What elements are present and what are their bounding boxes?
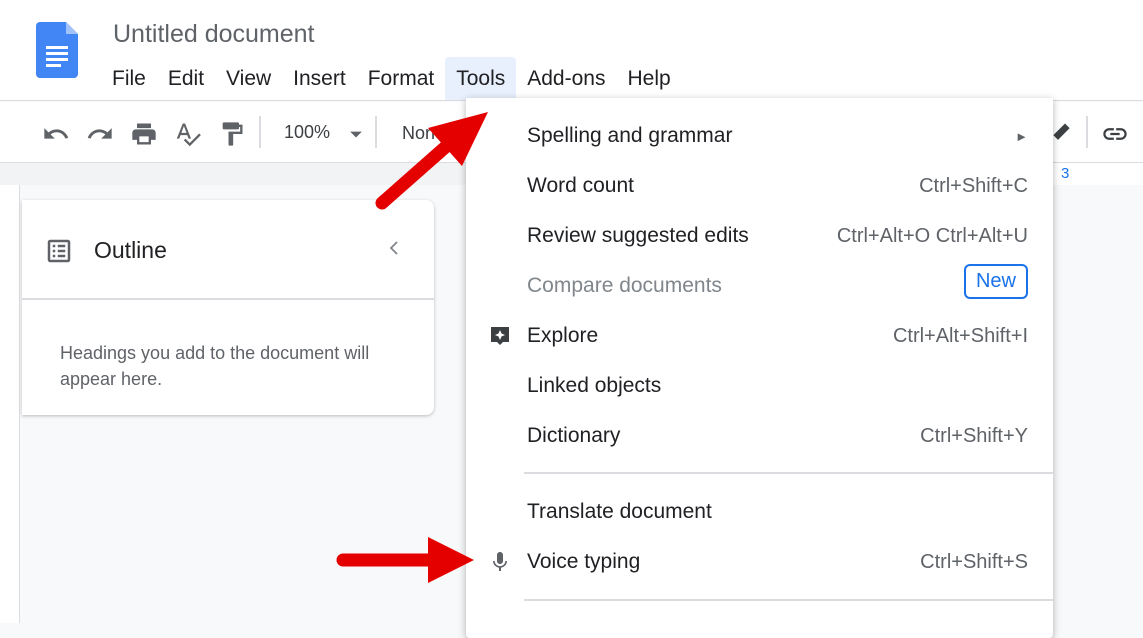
item-shortcut: Ctrl+Shift+S	[920, 551, 1028, 573]
menu-item-translate-document[interactable]: Translate document	[466, 487, 1053, 537]
menu-edit[interactable]: Edit	[157, 57, 215, 100]
ruler-page-area[interactable]: 3	[1053, 163, 1143, 185]
docs-logo-icon[interactable]	[36, 22, 78, 78]
menu-item-word-count[interactable]: Word count Ctrl+Shift+C	[466, 161, 1053, 211]
item-shortcut: Ctrl+Alt+Shift+I	[892, 325, 1028, 347]
vertical-ruler[interactable]	[0, 185, 20, 623]
new-badge: New	[963, 264, 1028, 299]
redo-icon[interactable]	[86, 120, 114, 148]
outline-list-icon	[47, 239, 71, 263]
paint-format-icon[interactable]	[218, 120, 246, 148]
menu-separator	[524, 472, 1053, 474]
menu-separator	[524, 599, 1053, 601]
print-icon[interactable]	[130, 120, 158, 148]
chevron-down-icon[interactable]	[342, 120, 370, 148]
menu-item-compare-documents[interactable]: Compare documents New	[466, 261, 1053, 311]
item-label: Compare documents	[527, 274, 722, 297]
document-title[interactable]: Untitled document	[113, 20, 315, 49]
item-shortcut: Ctrl+Shift+Y	[920, 425, 1028, 447]
menu-bar: File Edit View Insert Format Tools Add-o…	[101, 57, 682, 100]
ruler-mark: 3	[1061, 165, 1070, 182]
item-label: Explore	[527, 324, 599, 347]
menu-item-spelling-and-grammar[interactable]: Spelling and grammar ►	[466, 111, 1053, 161]
item-label: Translate document	[527, 500, 712, 523]
toolbar-divider	[1086, 116, 1088, 148]
menu-help[interactable]: Help	[616, 57, 681, 100]
item-label: Voice typing	[527, 550, 641, 573]
item-label: Review suggested edits	[527, 224, 749, 247]
submenu-arrow-icon: ►	[1015, 129, 1028, 144]
zoom-select[interactable]: 100%	[284, 122, 330, 143]
tools-menu: Spelling and grammar ► Word count Ctrl+Shi…	[466, 98, 1053, 638]
item-label: Dictionary	[527, 424, 621, 447]
menu-item-linked-objects[interactable]: Linked objects	[466, 361, 1053, 411]
item-shortcut: Ctrl+Alt+O Ctrl+Alt+U	[836, 225, 1028, 247]
undo-icon[interactable]	[42, 120, 70, 148]
chevron-left-icon[interactable]	[382, 236, 406, 260]
explore-icon	[491, 327, 509, 345]
menu-insert[interactable]: Insert	[282, 57, 357, 100]
menu-item-dictionary[interactable]: Dictionary Ctrl+Shift+Y	[466, 411, 1053, 461]
microphone-icon	[493, 552, 507, 571]
red-arrow-icon	[336, 537, 474, 583]
menu-item-voice-typing[interactable]: Voice typing Ctrl+Shift+S	[466, 537, 1053, 587]
link-icon[interactable]	[1101, 120, 1129, 148]
outline-panel: Outline Headings you add to the document…	[22, 200, 434, 415]
spellcheck-icon[interactable]	[174, 120, 202, 148]
menu-item-explore[interactable]: Explore Ctrl+Alt+Shift+I	[466, 311, 1053, 361]
menu-file[interactable]: File	[101, 57, 157, 100]
item-label: Word count	[527, 174, 634, 197]
toolbar-divider	[375, 116, 377, 148]
outline-title: Outline	[94, 237, 167, 263]
menu-tools[interactable]: Tools	[445, 57, 517, 100]
outline-hint: Headings you add to the document will ap…	[60, 343, 370, 389]
menu-addons[interactable]: Add-ons	[516, 57, 616, 100]
item-label: Linked objects	[527, 374, 662, 397]
title-bar: Untitled document File Edit View Insert …	[0, 0, 1143, 101]
item-shortcut: Ctrl+Shift+C	[919, 175, 1028, 197]
toolbar-divider	[259, 116, 261, 148]
style-select[interactable]: Norm	[402, 123, 446, 144]
menu-item-review-suggested-edits[interactable]: Review suggested edits Ctrl+Alt+O Ctrl+Al…	[466, 211, 1053, 261]
menu-format[interactable]: Format	[357, 57, 446, 100]
menu-view[interactable]: View	[215, 57, 282, 100]
item-label: Spelling and grammar	[527, 124, 733, 147]
